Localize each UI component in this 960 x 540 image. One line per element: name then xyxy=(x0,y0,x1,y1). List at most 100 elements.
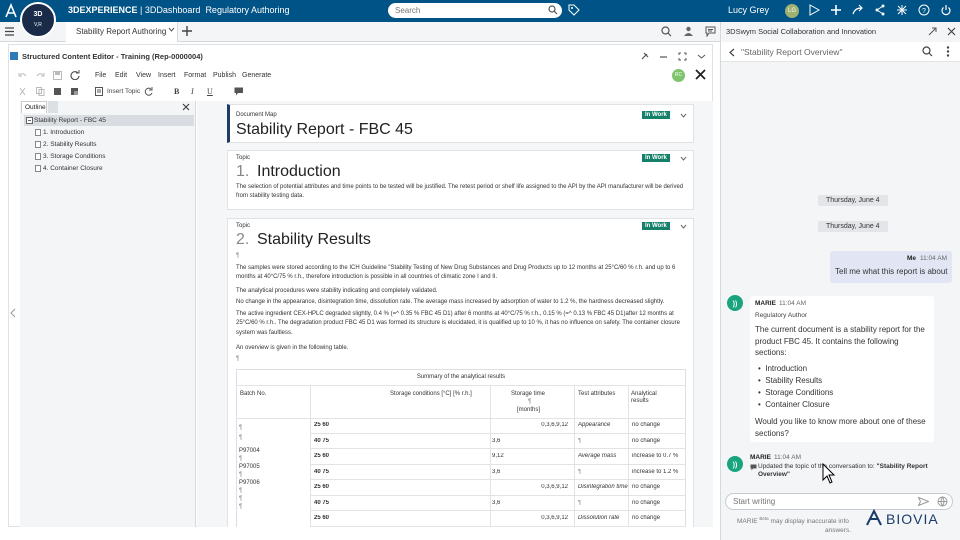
cell-analytical-result: no change xyxy=(632,515,661,521)
table-row[interactable]: 25 60 0,3,6,9,12 Disintegration time no cha… xyxy=(310,480,686,496)
table-row[interactable]: 25 60 0,3,6,9,12 Appearance no change xyxy=(310,418,686,434)
menu-generate[interactable]: Generate xyxy=(242,72,271,79)
outline-item-introduction[interactable]: 1. Introduction xyxy=(43,129,84,136)
add-icon[interactable] xyxy=(830,4,844,18)
batch-number[interactable]: P97006 xyxy=(239,480,260,486)
batch-number[interactable]: P97005 xyxy=(239,464,260,470)
menu-file[interactable]: File xyxy=(95,72,106,79)
italic-button[interactable]: I xyxy=(191,87,194,96)
people-icon[interactable] xyxy=(683,26,694,37)
search-icon[interactable] xyxy=(922,46,933,57)
search-input[interactable] xyxy=(388,3,538,18)
assistant-avatar: )) xyxy=(727,295,743,311)
cell-test-attribute: Disintegration time xyxy=(578,484,628,490)
message-author: Me xyxy=(907,255,917,262)
outline-item-storage-conditions[interactable]: 3. Storage Conditions xyxy=(43,153,106,160)
insert-topic-button[interactable]: Insert Topic xyxy=(107,88,140,95)
pin-icon[interactable] xyxy=(640,52,649,61)
network-icon[interactable] xyxy=(874,4,888,18)
compass-button[interactable]: 3D V,R xyxy=(20,2,56,38)
send-icon[interactable] xyxy=(918,497,929,506)
menu-icon[interactable] xyxy=(5,27,15,36)
paste-special-icon[interactable] xyxy=(70,87,79,96)
chevron-down-icon[interactable] xyxy=(680,113,687,119)
chevron-left-icon[interactable] xyxy=(10,308,16,318)
results-paragraph-3[interactable]: No change in the appearance, disintegrat… xyxy=(236,298,688,307)
redo-icon[interactable] xyxy=(36,71,45,80)
chevron-down-icon[interactable] xyxy=(680,156,687,162)
search-icon[interactable] xyxy=(548,5,558,15)
add-tab-icon[interactable] xyxy=(182,26,192,36)
table-row[interactable]: 25 60 0,3,6,9,12 Dissolution rate no change xyxy=(310,511,686,527)
maximize-icon[interactable] xyxy=(678,52,687,61)
reload-topic-icon[interactable] xyxy=(144,87,154,96)
user-name[interactable]: Lucy Grey xyxy=(728,5,769,15)
collapse-icon[interactable] xyxy=(697,52,706,61)
power-icon[interactable] xyxy=(940,4,954,18)
globe-icon[interactable] xyxy=(937,496,948,507)
status-badge[interactable]: In Work xyxy=(642,222,670,230)
bold-button[interactable]: B xyxy=(174,87,179,96)
help-icon[interactable]: ? xyxy=(918,4,932,18)
find-icon[interactable] xyxy=(661,26,672,37)
results-paragraph-2[interactable]: The analytical procedures were stability… xyxy=(236,287,688,296)
tab-outline[interactable]: Outline xyxy=(21,101,47,113)
table-row[interactable]: 40 75 3,6 ¶ no change xyxy=(310,496,686,511)
collapse-tree-icon[interactable] xyxy=(26,117,33,124)
tag-icon[interactable] xyxy=(568,4,582,18)
back-arrow-icon[interactable] xyxy=(729,48,735,57)
results-paragraph-1[interactable]: The samples were stored according to the… xyxy=(236,264,688,283)
chevron-down-icon[interactable] xyxy=(680,224,687,230)
close-editor-icon[interactable] xyxy=(695,69,706,80)
introduction-text[interactable]: The selection of potential attributes an… xyxy=(236,183,688,202)
ds-logo-icon[interactable] xyxy=(4,3,18,19)
chat-icon[interactable] xyxy=(705,26,716,37)
save-icon[interactable] xyxy=(53,71,62,80)
document-title: Stability Report - FBC 45 xyxy=(236,121,413,138)
status-badge[interactable]: In Work xyxy=(642,154,670,162)
status-avatar[interactable]: RC xyxy=(672,69,685,82)
outline-item-container-closure[interactable]: 4. Container Closure xyxy=(43,165,103,172)
menu-insert[interactable]: Insert xyxy=(158,72,176,79)
menu-publish[interactable]: Publish xyxy=(213,72,236,79)
table-row[interactable]: 25 60 9,12 Average mass increase to 0.7 % xyxy=(310,449,686,465)
results-paragraph-5[interactable]: An overview is given in the following ta… xyxy=(236,344,688,353)
paste-icon[interactable] xyxy=(53,87,62,96)
chevron-down-icon[interactable] xyxy=(168,27,175,33)
apps-icon[interactable] xyxy=(896,4,910,18)
date-separator: Thursday, June 4 xyxy=(818,195,888,206)
tab-stability-report-authoring[interactable]: Stability Report Authoring xyxy=(66,22,178,42)
chat-input[interactable] xyxy=(726,494,906,509)
results-paragraph-4[interactable]: The active ingredient CEX-HPLC degraded … xyxy=(236,310,688,338)
share-icon[interactable] xyxy=(852,4,866,18)
close-panel-icon[interactable] xyxy=(947,27,956,36)
table-body: 25 60 0,3,6,9,12 Appearance no change 40 75 3… xyxy=(310,418,686,529)
close-outline-icon[interactable] xyxy=(182,103,190,111)
more-options-icon[interactable] xyxy=(946,46,950,57)
tab-secondary[interactable] xyxy=(48,101,58,113)
menu-view[interactable]: View xyxy=(136,72,151,79)
minimize-icon[interactable] xyxy=(659,52,668,61)
undo-icon[interactable] xyxy=(18,71,27,80)
table-row[interactable]: 40 75 3,6 ¶ no change xyxy=(310,434,686,449)
insert-topic-icon[interactable] xyxy=(95,87,104,96)
comment-icon[interactable] xyxy=(234,87,244,96)
cut-icon[interactable] xyxy=(18,87,27,96)
refresh-icon[interactable] xyxy=(70,70,80,80)
section-number: 2. xyxy=(236,231,250,248)
outline-item-stability-results[interactable]: 2. Stability Results xyxy=(43,141,96,148)
column-header-months: [months] xyxy=(517,407,541,413)
cell-test-attribute: Dissolution rate xyxy=(578,515,620,521)
status-badge[interactable]: In Work xyxy=(642,111,670,119)
underline-button[interactable]: U xyxy=(207,87,213,96)
menu-edit[interactable]: Edit xyxy=(115,72,127,79)
batch-number[interactable]: P97004 xyxy=(239,448,260,454)
table-row[interactable]: 40 75 3,6 ¶ increase to 1.2 % xyxy=(310,465,686,480)
outline-root[interactable]: Stability Report - FBC 45 xyxy=(34,117,106,124)
play-icon[interactable] xyxy=(808,4,822,18)
copy-icon[interactable] xyxy=(36,87,45,96)
expand-icon[interactable] xyxy=(928,27,937,36)
avatar[interactable]: LG xyxy=(785,4,799,18)
menu-format[interactable]: Format xyxy=(184,72,206,79)
date-separator: Thursday, June 4 xyxy=(818,221,888,232)
